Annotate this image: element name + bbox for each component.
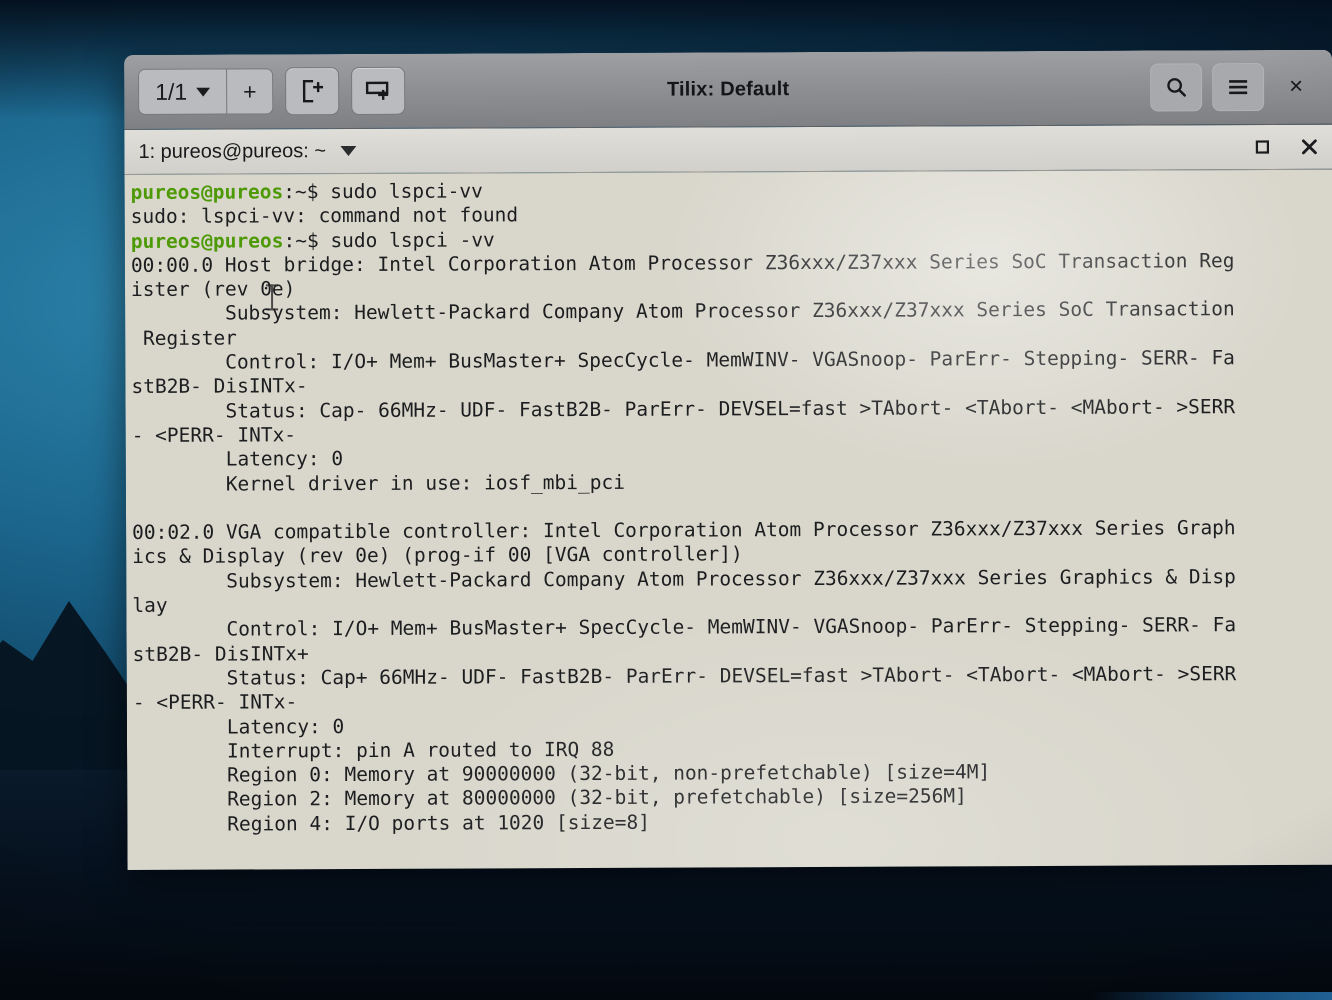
window-close-button[interactable]: × [1274, 65, 1318, 109]
taskbar-strip [1092, 992, 1332, 1000]
titlebar-left-controls: 1/1 + [138, 66, 406, 116]
session-count-label: 1/1 [155, 78, 188, 105]
search-icon [1167, 78, 1186, 97]
titlebar-right-controls: × [1150, 63, 1318, 112]
terminal-output-line: Region 4: I/O ports at 1020 [size=8] [133, 810, 650, 836]
new-session-button[interactable]: + [226, 69, 273, 114]
split-horizontal-icon [366, 81, 389, 100]
chevron-down-icon [196, 87, 211, 97]
terminal-command: sudo lspci -vv [318, 227, 495, 252]
chevron-down-icon [340, 145, 357, 157]
terminal-close-button[interactable] [1300, 138, 1318, 156]
terminal-output: pureos@pureos:~$ sudo lspci-vv sudo: lspc… [127, 176, 1332, 837]
split-vertical-button[interactable] [285, 67, 340, 116]
new-session-label: + [243, 77, 257, 104]
terminal-maximize-button[interactable] [1254, 139, 1270, 155]
menu-button[interactable] [1212, 63, 1265, 112]
window-titlebar: 1/1 + Tilix: Default × [124, 49, 1332, 130]
window-close-label: × [1289, 72, 1304, 100]
prompt-user: pureos@pureos [130, 228, 284, 253]
prompt-path: :~$ [283, 228, 319, 252]
session-bar-actions [1254, 138, 1318, 156]
session-toolbar-group: 1/1 + [138, 68, 274, 115]
split-vertical-icon [303, 79, 324, 103]
prompt-user: pureos@pureos [130, 180, 284, 204]
terminal-panel[interactable]: pureos@pureos:~$ sudo lspci-vv sudo: lspc… [124, 169, 1332, 870]
text-cursor-icon [271, 284, 274, 311]
session-tab-label: 1: pureos@pureos: ~ [138, 139, 327, 163]
session-tab-dropdown-button[interactable] [340, 143, 357, 159]
session-bar: 1: pureos@pureos: ~ [124, 124, 1332, 175]
tilix-window: 1/1 + Tilix: Default × 1: pureos@pureos:… [124, 49, 1332, 870]
session-selector-button[interactable]: 1/1 [139, 69, 227, 114]
prompt-path: :~$ [283, 180, 319, 204]
hamburger-menu-icon [1229, 80, 1248, 95]
terminal-command: sudo lspci-vv [318, 179, 483, 204]
search-button[interactable] [1150, 63, 1203, 112]
maximize-icon [1255, 140, 1270, 154]
split-horizontal-button[interactable] [351, 66, 406, 116]
close-icon [1301, 139, 1317, 155]
